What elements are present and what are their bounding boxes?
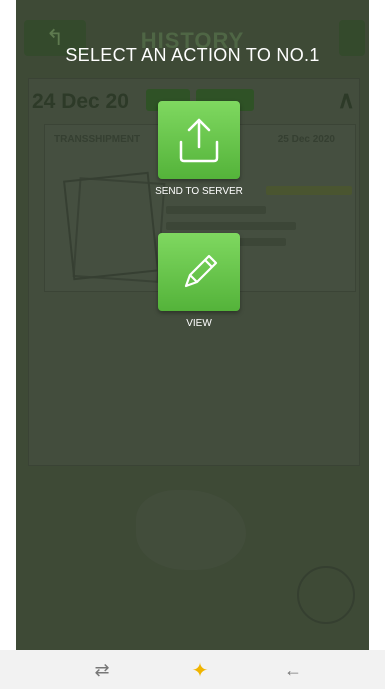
card-detail-line bbox=[166, 206, 266, 214]
background-illustration bbox=[136, 490, 246, 570]
pencil-icon bbox=[184, 254, 218, 288]
upload-icon bbox=[179, 118, 219, 163]
send-to-server-button[interactable] bbox=[158, 101, 240, 179]
group-date: 24 Dec 20 bbox=[32, 90, 129, 113]
card-detail-line bbox=[166, 222, 296, 230]
app-screen: ↰ HISTORY 24 Dec 20 ∧ TRANSSHIPMENT 25 D… bbox=[16, 0, 369, 650]
card-type: TRANSSHIPMENT bbox=[54, 134, 141, 145]
view-button[interactable] bbox=[158, 233, 240, 311]
home-icon[interactable]: ✦ bbox=[185, 657, 215, 683]
view-label: VIEW bbox=[186, 318, 212, 329]
fab-button bbox=[297, 566, 355, 624]
system-navigation-bar: ⇄ ✦ ← bbox=[0, 650, 385, 689]
send-to-server-label: SEND TO SERVER bbox=[155, 186, 243, 197]
card-date: 25 Dec 2020 bbox=[277, 134, 335, 145]
action-dialog-title: SELECT AN ACTION TO NO.1 bbox=[65, 45, 320, 65]
back-icon[interactable]: ← bbox=[278, 657, 308, 683]
recent-apps-icon[interactable]: ⇄ bbox=[87, 657, 117, 683]
chevron-up-icon[interactable]: ∧ bbox=[337, 86, 355, 115]
